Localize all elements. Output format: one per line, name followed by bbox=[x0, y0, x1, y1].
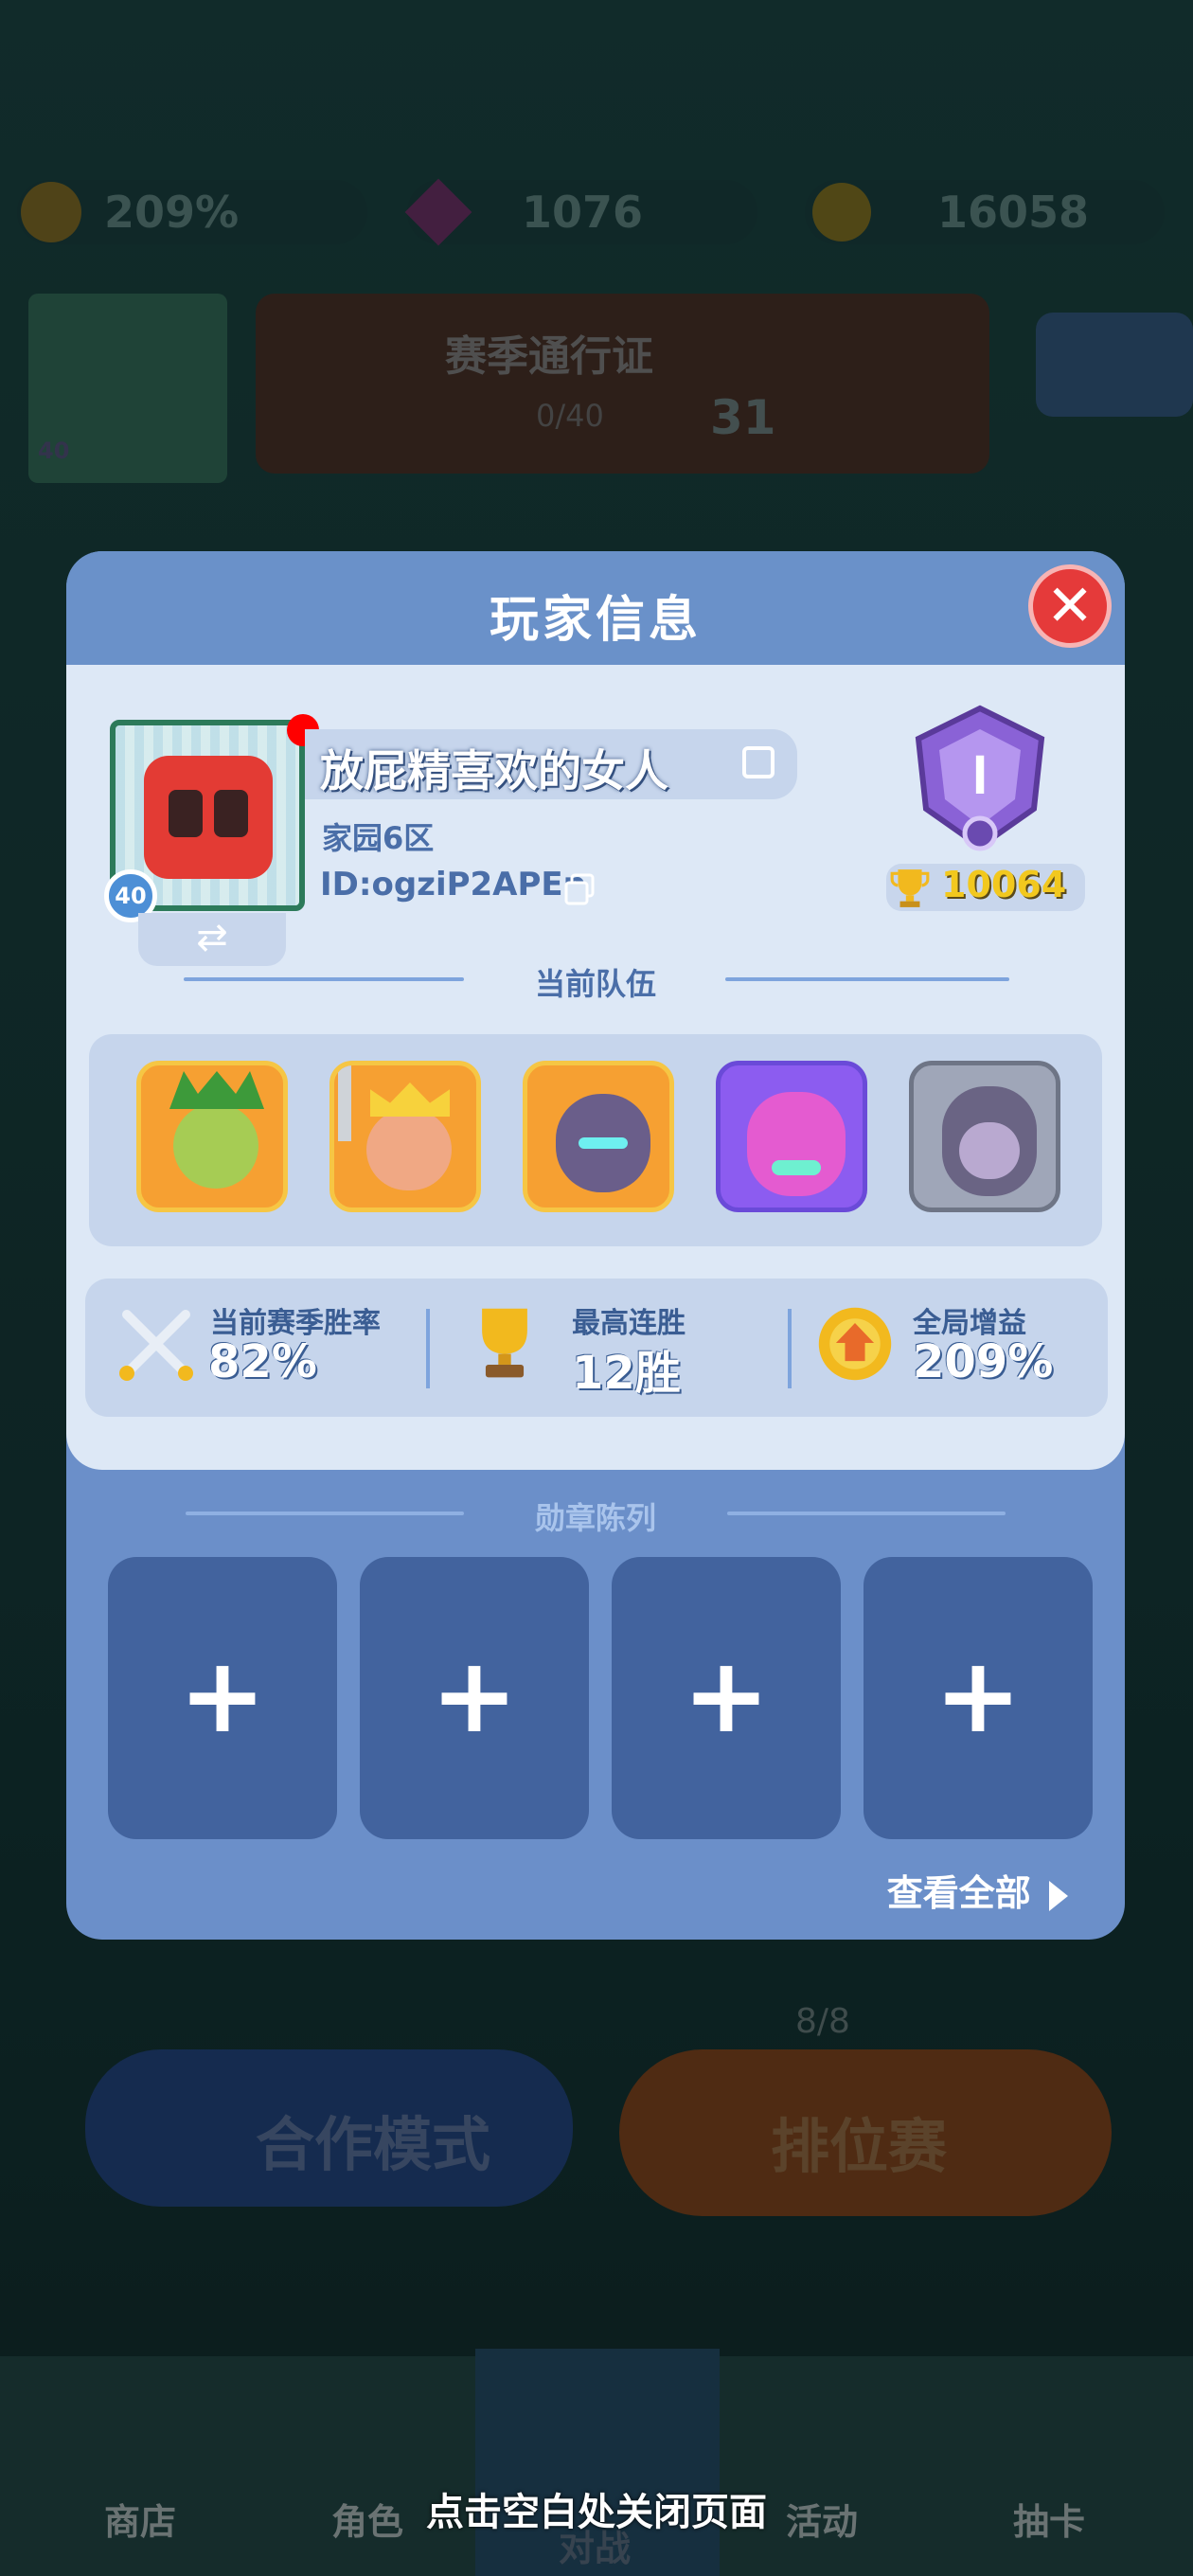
stats-divider-1 bbox=[426, 1309, 430, 1388]
stats-divider-2 bbox=[788, 1309, 792, 1388]
trophy-icon bbox=[890, 869, 930, 907]
hero-pink-brute[interactable] bbox=[716, 1061, 867, 1212]
hero-pink-brute-face bbox=[747, 1092, 846, 1196]
hero-crown-warrior-face bbox=[366, 1109, 452, 1190]
modal-title: 玩家信息 bbox=[489, 592, 702, 649]
hero-crown-warrior-sword bbox=[338, 1065, 351, 1141]
hero-shadow-girl[interactable] bbox=[909, 1061, 1060, 1212]
avatar-robot-face bbox=[144, 756, 273, 879]
crossed-swords-icon bbox=[119, 1310, 193, 1381]
medal-slot[interactable]: + bbox=[612, 1557, 841, 1839]
hero-dark-knight[interactable] bbox=[523, 1061, 674, 1212]
hero-dark-knight-eyes bbox=[579, 1137, 628, 1149]
add-medal-icon: + bbox=[682, 1635, 771, 1756]
swap-avatar-button[interactable]: ⇄ bbox=[138, 913, 286, 966]
player-info-modal: 玩家信息 ✕ 40 ⇄ 放屁精喜欢的女人 家园6区 ID:ogziP2APEp … bbox=[66, 551, 1125, 1940]
hero-crown-warrior[interactable] bbox=[329, 1061, 481, 1212]
hero-goblin-king[interactable] bbox=[136, 1061, 288, 1212]
close-hint: 点击空白处关闭页面 bbox=[426, 2491, 767, 2534]
team-title: 当前队伍 bbox=[534, 966, 656, 1002]
player-zone: 家园6区 bbox=[322, 820, 435, 856]
hero-goblin-king-crown bbox=[169, 1071, 264, 1109]
medal-slot[interactable]: + bbox=[360, 1557, 589, 1839]
swap-icon: ⇄ bbox=[196, 916, 228, 959]
medal-slot[interactable]: + bbox=[864, 1557, 1093, 1839]
win-rate-value: 82% bbox=[208, 1335, 317, 1388]
edit-name-icon[interactable] bbox=[742, 746, 775, 778]
rank-letter: I bbox=[972, 744, 988, 806]
close-icon: ✕ bbox=[1045, 573, 1095, 639]
close-button[interactable]: ✕ bbox=[1028, 564, 1112, 648]
hero-shadow-girl-skin bbox=[959, 1122, 1020, 1179]
modal-header: 玩家信息 ✕ bbox=[66, 551, 1125, 665]
medal-title: 勋章陈列 bbox=[534, 1500, 656, 1536]
trophy-count: 10064 bbox=[941, 864, 1067, 905]
view-all-button[interactable]: 查看全部 bbox=[887, 1864, 1068, 1916]
streak-value: 12胜 bbox=[572, 1347, 681, 1400]
add-medal-icon: + bbox=[178, 1635, 267, 1756]
play-arrow-icon bbox=[1049, 1880, 1068, 1911]
hero-crown-warrior-crown bbox=[370, 1082, 450, 1117]
avatar-eye-right bbox=[214, 790, 248, 837]
player-id: ID:ogziP2APEp bbox=[320, 866, 586, 903]
hero-pink-brute-mouth bbox=[772, 1160, 821, 1175]
avatar-eye-left bbox=[169, 790, 203, 837]
info-panel: 40 ⇄ 放屁精喜欢的女人 家园6区 ID:ogziP2APEp I 10064… bbox=[66, 665, 1125, 1470]
global-boost-icon bbox=[818, 1307, 892, 1381]
player-name: 放屁精喜欢的女人 bbox=[320, 745, 668, 796]
hero-goblin-king-face bbox=[173, 1103, 258, 1189]
add-medal-icon: + bbox=[934, 1635, 1023, 1756]
copy-id-icon[interactable] bbox=[564, 873, 596, 905]
view-all-label: 查看全部 bbox=[886, 1872, 1031, 1914]
global-boost-value: 209% bbox=[913, 1335, 1054, 1388]
add-medal-icon: + bbox=[430, 1635, 519, 1756]
trophy-cup-icon bbox=[482, 1308, 527, 1378]
rank-emblem-icon[interactable]: I bbox=[909, 705, 1051, 856]
medal-slot[interactable]: + bbox=[108, 1557, 337, 1839]
